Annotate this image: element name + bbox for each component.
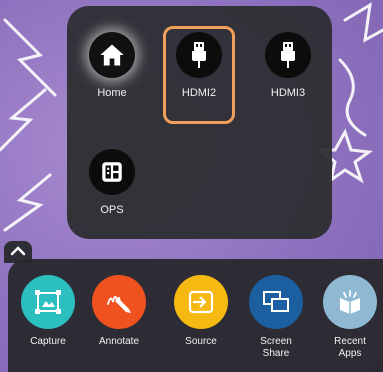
dock-screen-share-button[interactable]: Screen Share bbox=[243, 275, 309, 360]
dock-annotate-button[interactable]: Annotate bbox=[86, 275, 152, 348]
home-icon bbox=[89, 32, 135, 78]
source-hdmi3-label: HDMI3 bbox=[270, 87, 306, 99]
source-ops-label: OPS bbox=[100, 204, 124, 216]
source-home-label: Home bbox=[97, 87, 127, 99]
dock-screen-share-label: Screen Share bbox=[260, 336, 292, 359]
source-icon bbox=[174, 275, 228, 329]
dock-source-label: Source bbox=[185, 336, 217, 347]
hdmi-icon bbox=[265, 32, 311, 78]
chevron-up-icon bbox=[10, 243, 26, 261]
dock-annotate-label: Annotate bbox=[98, 336, 140, 347]
source-ops[interactable]: OPS bbox=[72, 149, 152, 216]
dock-recent-apps-button[interactable]: Recent Apps bbox=[317, 275, 383, 360]
dock-recent-apps-label: Recent Apps bbox=[334, 336, 366, 359]
screen-share-icon bbox=[249, 275, 303, 329]
dock-capture-button[interactable]: Capture bbox=[15, 275, 81, 348]
dock-source-button[interactable]: Source bbox=[168, 275, 234, 348]
recent-apps-icon bbox=[323, 275, 377, 329]
dock-toggle[interactable] bbox=[4, 241, 32, 263]
source-hdmi3[interactable]: HDMI3 bbox=[248, 32, 328, 99]
capture-icon bbox=[21, 275, 75, 329]
ops-icon bbox=[89, 149, 135, 195]
dock-capture-label: Capture bbox=[30, 336, 66, 347]
hdmi-icon bbox=[176, 32, 222, 78]
annotate-icon bbox=[92, 275, 146, 329]
source-hdmi2[interactable]: HDMI2 bbox=[159, 32, 239, 99]
source-home[interactable]: Home bbox=[72, 32, 152, 99]
source-hdmi2-label: HDMI2 bbox=[181, 87, 217, 99]
